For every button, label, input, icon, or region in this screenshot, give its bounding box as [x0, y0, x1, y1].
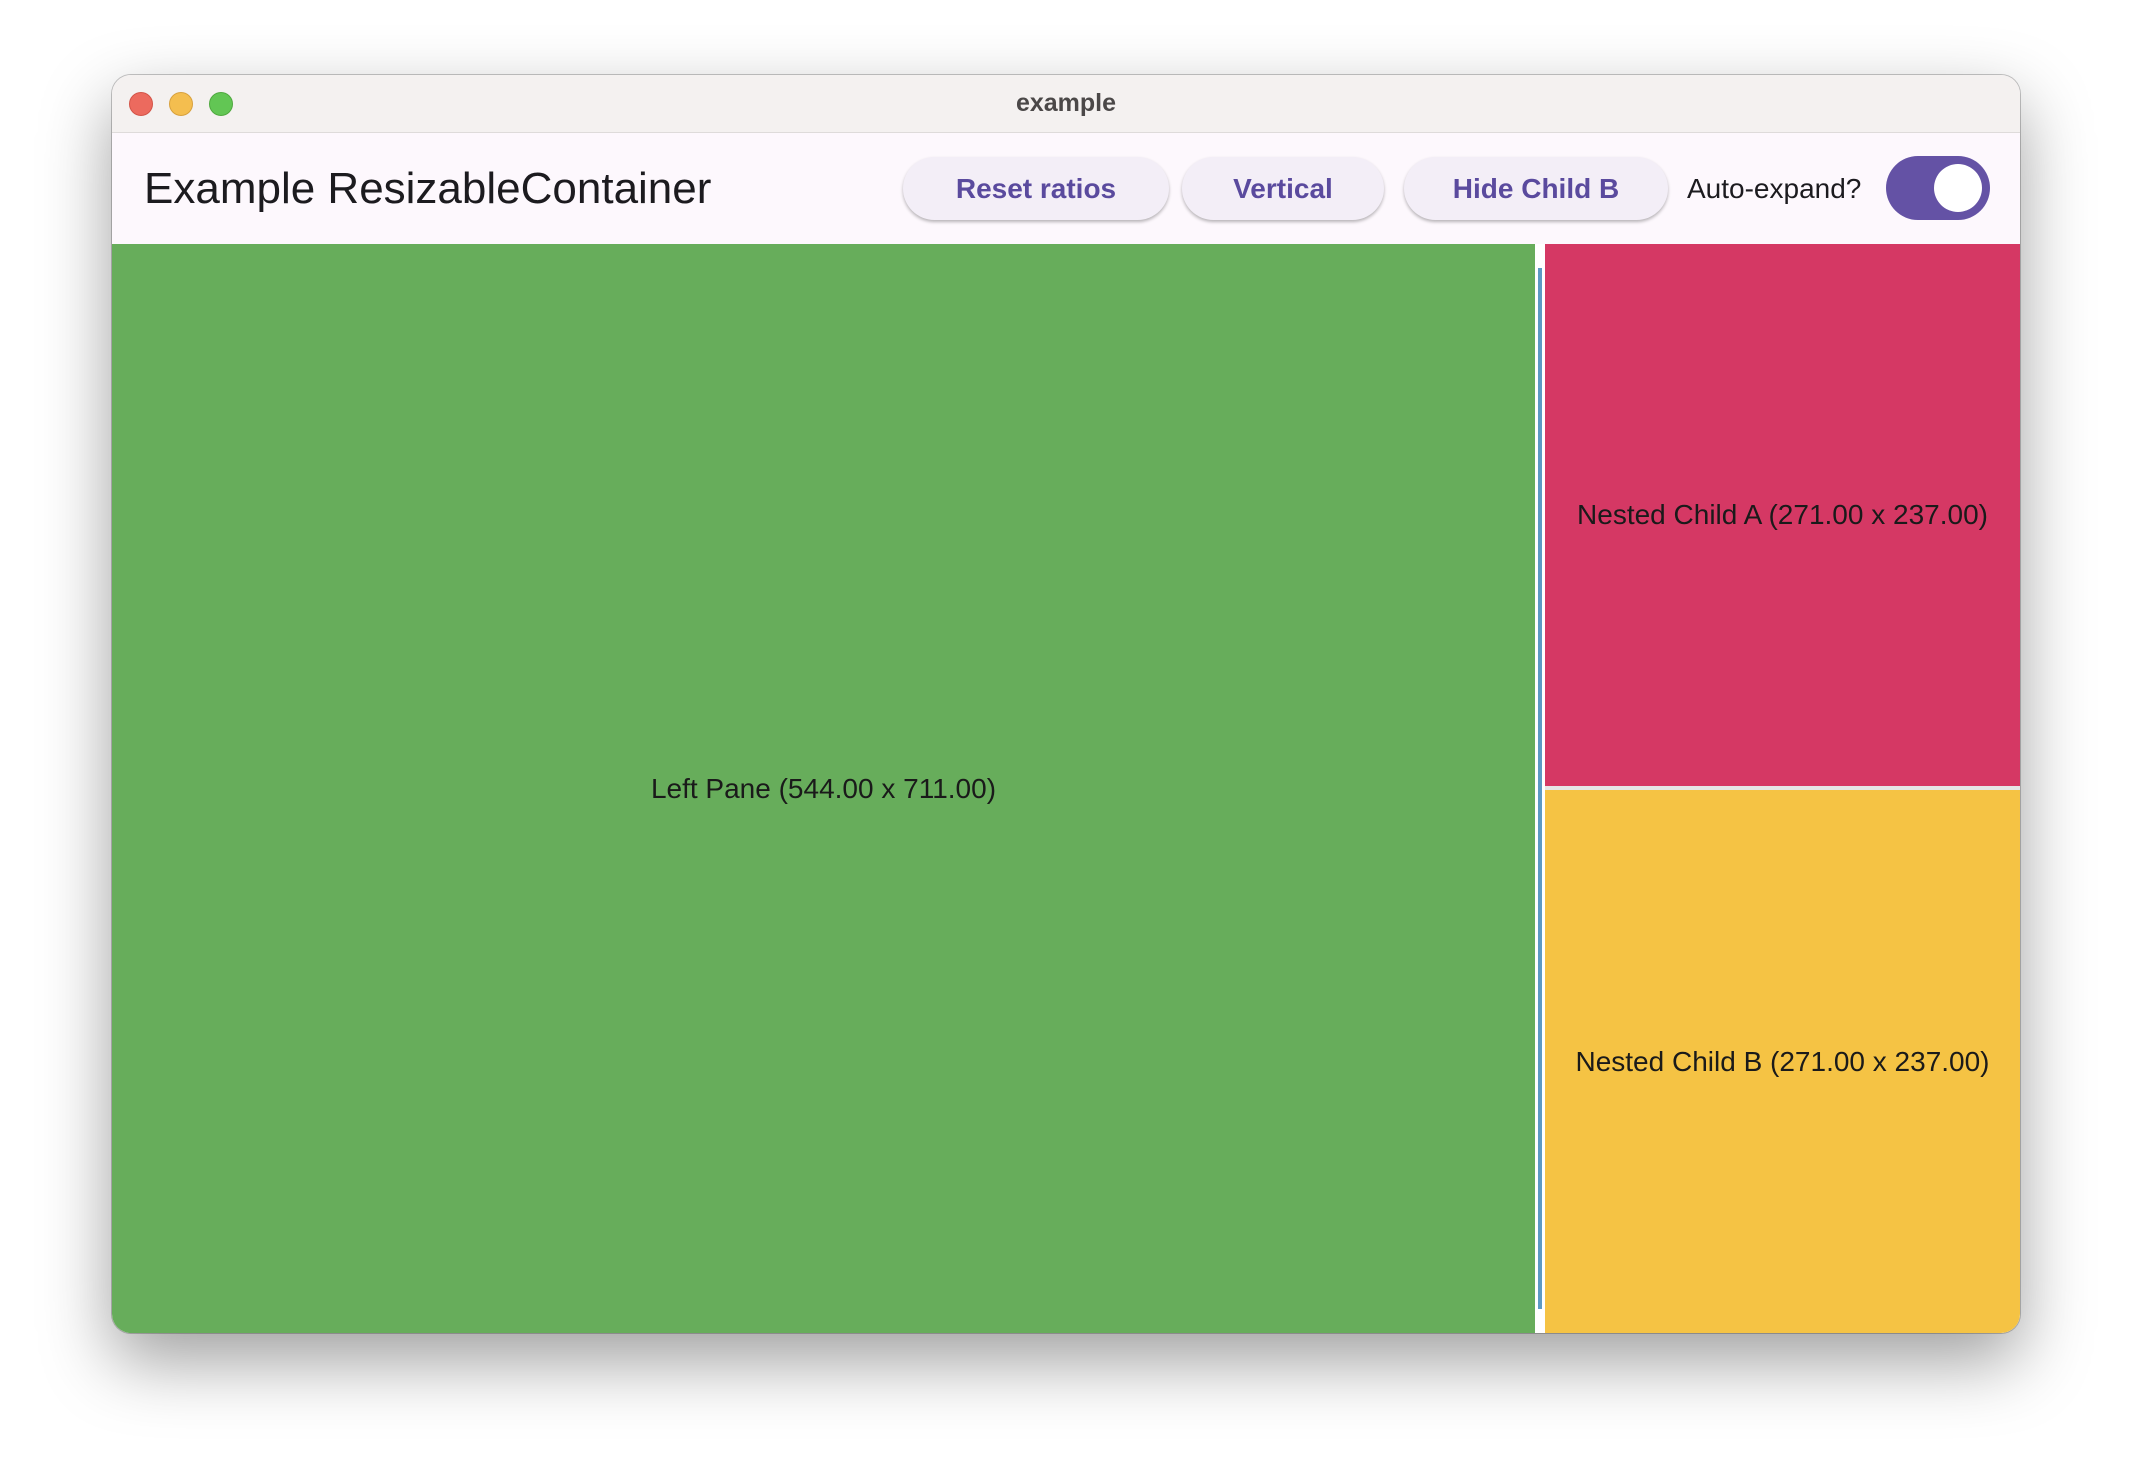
vertical-button[interactable]: Vertical: [1182, 157, 1384, 220]
resizable-container: Left Pane (544.00 x 711.00) Nested Child…: [112, 244, 2020, 1333]
hide-child-b-button[interactable]: Hide Child B: [1404, 157, 1668, 220]
left-pane-label: Left Pane (544.00 x 711.00): [650, 772, 997, 804]
auto-expand-toggle[interactable]: [1886, 156, 1990, 220]
nested-child-b-label: Nested Child B (271.00 x 237.00): [1575, 1045, 1990, 1077]
app-bar: Example ResizableContainer Reset ratios …: [112, 133, 2020, 244]
nested-child-a-label: Nested Child A (271.00 x 237.00): [1577, 499, 1988, 530]
title-bar[interactable]: example: [112, 75, 2020, 133]
vertical-resize-divider[interactable]: [1535, 244, 1545, 1333]
left-pane: Left Pane (544.00 x 711.00): [112, 244, 1535, 1333]
app-window: example Example ResizableContainer Reset…: [112, 75, 2020, 1333]
reset-ratios-button[interactable]: Reset ratios: [903, 157, 1169, 220]
nested-child-a: Nested Child A (271.00 x 237.00): [1545, 244, 2020, 786]
page-title: Example ResizableContainer: [144, 164, 712, 213]
auto-expand-label: Auto-expand?: [1687, 173, 1862, 204]
divider-highlight: [1538, 268, 1542, 1309]
nested-child-b: Nested Child B (271.00 x 237.00): [1545, 790, 2020, 1333]
toggle-knob: [1934, 164, 1982, 212]
window-title: example: [1015, 89, 1117, 117]
